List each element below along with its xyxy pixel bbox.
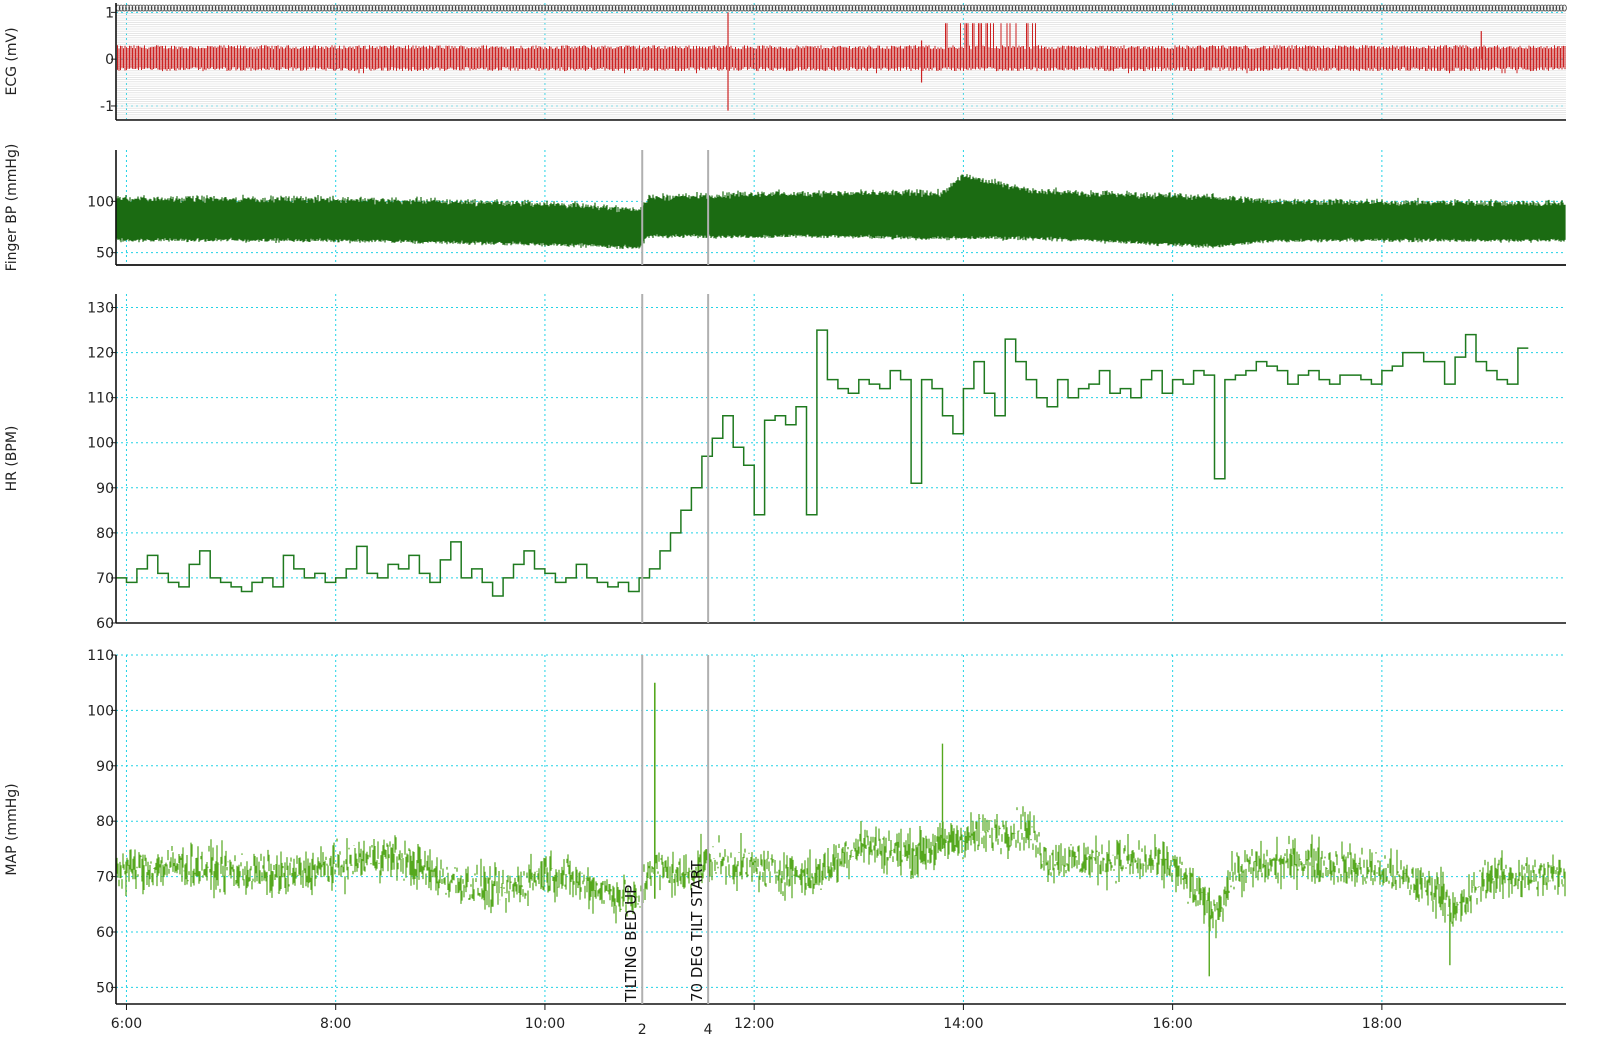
x-tick-label: 6:00 bbox=[111, 1016, 142, 1032]
y-tick-label: 120 bbox=[87, 346, 114, 362]
event-marker-label: TILTING BED UP bbox=[622, 885, 640, 1003]
ecg-panel: -1 0 1 ECG (mV) bbox=[4, 3, 1567, 121]
x-tick-label: 18:00 bbox=[1362, 1016, 1402, 1032]
x-tick-label: 12:00 bbox=[734, 1016, 774, 1032]
y-tick-label: 60 bbox=[96, 925, 114, 941]
y-tick-label: 130 bbox=[87, 301, 114, 317]
y-tick-label: 1 bbox=[105, 5, 114, 21]
y-tick-label: 110 bbox=[87, 648, 114, 664]
ecg-beat-markers bbox=[115, 4, 1567, 12]
x-tick-label: 10:00 bbox=[525, 1016, 565, 1032]
event-marker-label: 70 DEG TILT START bbox=[688, 860, 706, 1002]
y-axis-label: MAP (mmHg) bbox=[4, 783, 20, 875]
chart-svg: -1 0 1 ECG (mV) 50 100 Finger BP (mmHg) 60 70 80 9… bbox=[4, 3, 1567, 1038]
ecg-trace bbox=[115, 23, 1566, 74]
y-axis-label: HR (BPM) bbox=[4, 426, 20, 492]
event-marker-number: 4 bbox=[704, 1022, 713, 1038]
y-tick-label: 50 bbox=[96, 980, 114, 996]
hr-panel: 60 70 80 90 100 110 120 130 HR (BPM) bbox=[4, 294, 1566, 632]
y-tick-label: 80 bbox=[96, 526, 114, 542]
y-tick-label: 0 bbox=[105, 52, 114, 68]
finger-bp-panel: 50 100 Finger BP (mmHg) bbox=[4, 144, 1566, 272]
x-tick-label: 16:00 bbox=[1152, 1016, 1192, 1032]
y-tick-label: 110 bbox=[87, 391, 114, 407]
y-tick-label: 100 bbox=[87, 436, 114, 452]
map-panel: 50 60 70 80 90 100 110 MAP (mmHg) bbox=[4, 648, 1566, 1005]
hr-series-line bbox=[116, 329, 1529, 597]
y-tick-label: 70 bbox=[96, 571, 114, 587]
y-tick-label: 50 bbox=[96, 246, 114, 262]
y-axis-label: ECG (mV) bbox=[4, 27, 20, 95]
y-tick-label: 60 bbox=[96, 616, 114, 632]
finger-bp-trace bbox=[115, 174, 1566, 249]
y-tick-label: 80 bbox=[96, 814, 114, 830]
map-trace bbox=[115, 806, 1566, 939]
plot-layer: -1 0 1 ECG (mV) 50 100 Finger BP (mmHg) 60 70 80 9… bbox=[4, 3, 1567, 1038]
y-tick-label: 90 bbox=[96, 481, 114, 497]
y-tick-label: 100 bbox=[87, 703, 114, 719]
y-tick-label: 70 bbox=[96, 870, 114, 886]
y-tick-label: 100 bbox=[87, 194, 114, 210]
x-tick-label: 8:00 bbox=[320, 1016, 351, 1032]
event-marker-number: 2 bbox=[638, 1022, 647, 1038]
y-tick-label: -1 bbox=[100, 99, 114, 115]
y-tick-label: 90 bbox=[96, 759, 114, 775]
y-axis-label: Finger BP (mmHg) bbox=[4, 144, 20, 272]
x-tick-label: 14:00 bbox=[943, 1016, 983, 1032]
